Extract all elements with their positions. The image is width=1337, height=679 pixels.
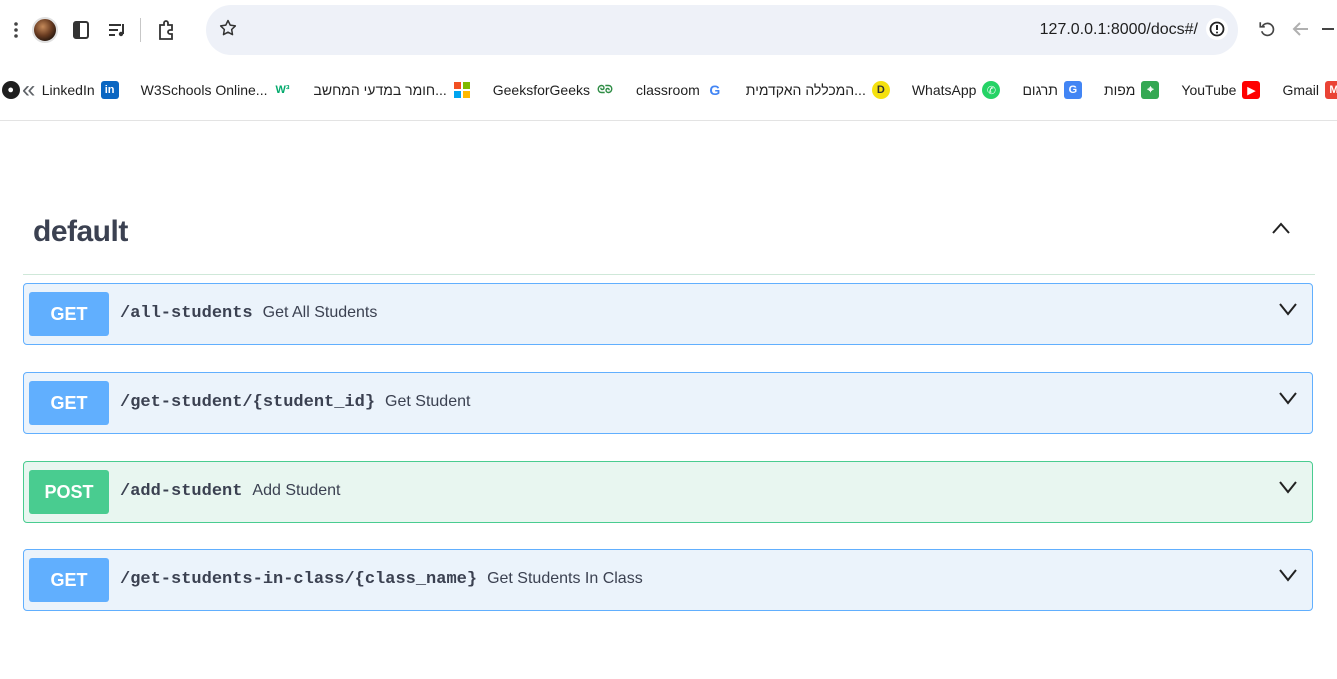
toolbar-separator [140,18,141,42]
maps-icon: ⌖ [1141,81,1160,99]
operation-path: /all-students Get All Students [120,304,377,323]
gmail-icon: M [1325,81,1337,99]
operation-summary: Get All Students [262,304,378,321]
bookmark-label: classroom [636,82,700,98]
profile-avatar[interactable] [30,15,60,45]
bookmark-item[interactable]: YouTube ▶ [1181,81,1261,99]
method-badge: GET [29,292,109,336]
bookmark-star-icon[interactable] [218,18,238,43]
bookmark-item[interactable]: חומר במדעי המחשב... [313,81,471,99]
gfg-icon: ᘓᘐ [596,81,614,99]
google-icon: G [705,81,724,99]
path-text: /get-students-in-class/{class_name} [120,570,478,589]
bookmark-label: מפות [1103,82,1136,98]
bookmarks-list: Gmail M YouTube ▶ מפות ⌖ תרגום G WhatsApp ✆ המכללה… [0,79,1337,101]
operation-summary: Get Students In Class [487,570,643,587]
bookmark-label: LinkedIn [41,82,95,98]
translate-icon: G [1063,81,1082,99]
bookmark-label: W3Schools Online... [140,82,268,98]
bookmark-label: המכללה האקדמית... [745,82,866,98]
bookmark-item[interactable]: LinkedIn in [42,81,119,99]
chevron-down-icon[interactable] [1278,480,1298,499]
bookmark-item[interactable]: W3Schools Online... W³ [141,81,292,99]
college-icon: D [871,81,890,99]
whatsapp-icon: ✆ [982,81,1001,99]
chevron-up-icon[interactable] [1271,221,1291,239]
back-arrow-icon[interactable] [1286,14,1316,44]
path-text: /add-student [120,482,243,501]
extensions-icon[interactable] [151,15,181,45]
operation-block[interactable]: POST /add-student Add Student [23,461,1313,523]
chevron-down-icon[interactable] [1278,302,1298,321]
reload-icon[interactable] [1252,14,1282,44]
bookmark-item[interactable]: WhatsApp ✆ [912,81,1001,99]
chevron-down-icon[interactable] [1278,568,1298,587]
bookmark-item[interactable]: מפות ⌖ [1103,81,1160,99]
operation-path: /get-students-in-class/{class_name} Get S… [120,570,643,589]
address-bar[interactable]: 127.0.0.1:8000/docs#/ [206,5,1238,55]
operation-path: /get-student/{student_id} Get Student [120,393,470,412]
url-text[interactable]: 127.0.0.1:8000/docs#/ [1040,21,1198,39]
operation-summary: Add Student [252,482,341,499]
method-badge: GET [29,381,109,425]
bookmark-label: GeeksforGeeks [492,82,590,98]
youtube-icon: ▶ [1242,81,1261,99]
bookmark-label: Gmail [1282,82,1319,98]
bookmark-item[interactable]: המכללה האקדמית... D [746,81,890,99]
browser-toolbar: 127.0.0.1:8000/docs#/ [0,0,1337,60]
operation-path: /add-student Add Student [120,482,341,501]
operation-summary: Get Student [385,393,471,410]
method-badge: GET [29,558,109,602]
bookmark-label: YouTube [1181,82,1237,98]
operation-block[interactable]: GET /get-students-in-class/{class_name} G… [23,549,1313,611]
method-badge: POST [29,470,109,514]
path-text: /get-student/{student_id} [120,393,376,412]
operation-block[interactable]: GET /get-student/{student_id} Get Student [23,372,1313,434]
toolbar-left-group [8,11,187,49]
path-text: /all-students [120,304,253,323]
bookmark-item[interactable]: Gmail M [1282,81,1337,99]
reading-list-icon[interactable] [102,15,132,45]
toolbar-right-group [1252,14,1337,44]
forward-arrow-icon[interactable] [1320,14,1334,44]
site-info-icon[interactable] [1206,18,1228,40]
tag-section-header[interactable]: default [23,201,1315,275]
w3schools-icon: W³ [273,81,292,99]
linkedin-icon: in [100,81,119,99]
bookmark-item[interactable]: GitHub● [0,81,20,99]
bookmark-item[interactable]: classroom G [636,81,724,99]
microsoft-icon [452,81,471,99]
menu-icon[interactable] [8,15,24,45]
bookmarks-bar: « Gmail M YouTube ▶ מפות ⌖ תרגום G WhatsApp ✆ המכל… [0,60,1337,121]
bookmark-item[interactable]: GeeksforGeeks ᘓᘐ [493,81,614,99]
bookmark-label: חומר במדעי המחשב... [313,82,447,98]
sidebar-icon[interactable] [66,15,96,45]
bookmark-label: WhatsApp [911,82,977,98]
bookmark-label: תרגום [1022,82,1058,98]
bookmark-item[interactable]: תרגום G [1022,81,1082,99]
chevron-down-icon[interactable] [1278,391,1298,410]
operation-block[interactable]: GET /all-students Get All Students [23,283,1313,345]
tag-title: default [33,215,128,248]
github-icon: ● [1,81,20,99]
